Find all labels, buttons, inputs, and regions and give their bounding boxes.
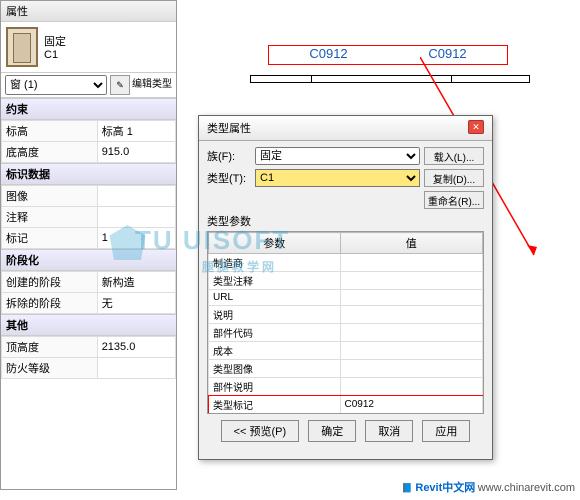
param-row[interactable]: 类型标记C0912 (209, 396, 483, 414)
wall-element[interactable] (250, 75, 530, 83)
table-other: 顶高度2135.0防火等级 (1, 336, 176, 379)
table-row[interactable]: 图像 (2, 186, 176, 207)
preview-button[interactable]: << 预览(P) (221, 420, 300, 442)
param-row[interactable]: 成本 (209, 342, 483, 360)
instance-picker[interactable]: 窗 (1) (5, 75, 107, 95)
group-phase[interactable]: 阶段化 (1, 249, 176, 271)
table-row[interactable]: 注释 (2, 207, 176, 228)
rename-button[interactable]: 重命名(R)... (424, 191, 484, 209)
ok-button[interactable]: 确定 (308, 420, 356, 442)
duplicate-button[interactable]: 复制(D)... (424, 169, 484, 187)
tag-right: C0912 (388, 46, 507, 64)
family-select[interactable]: 固定 (255, 147, 420, 165)
table-row[interactable]: 防火等级 (2, 358, 176, 379)
credit: 📘 Revit中文网 www.chinarevit.com (402, 479, 575, 495)
cancel-button[interactable]: 取消 (365, 420, 413, 442)
type-label: 类型(T): (207, 170, 255, 186)
family-label: 族(F): (207, 148, 255, 164)
panel-title: 属性 (1, 1, 176, 22)
family-name: 固定 (44, 33, 66, 49)
edit-type-label: 编辑类型 (132, 75, 172, 95)
group-other[interactable]: 其他 (1, 314, 176, 336)
apply-button[interactable]: 应用 (422, 420, 470, 442)
tag-annotation: C0912 C0912 (268, 45, 508, 65)
table-row[interactable]: 顶高度2135.0 (2, 337, 176, 358)
type-select[interactable]: C1 (255, 169, 420, 187)
watermark-sub: 腿腿教学网 (202, 258, 277, 275)
properties-panel: 属性 固定 C1 窗 (1) ✎ 编辑类型 约束标高标高 1底高度915.0标识… (0, 0, 177, 490)
close-icon[interactable]: ✕ (468, 120, 484, 134)
table-constraints: 标高标高 1底高度915.0 (1, 120, 176, 163)
window-icon (6, 27, 38, 67)
type-name: C1 (44, 49, 66, 61)
type-header[interactable]: 固定 C1 (1, 22, 176, 72)
group-identity[interactable]: 标识数据 (1, 163, 176, 185)
table-row[interactable]: 标记1 (2, 228, 176, 249)
edit-type-button[interactable]: ✎ (110, 75, 130, 95)
table-row[interactable]: 创建的阶段新构造 (2, 272, 176, 293)
param-row[interactable]: 部件说明 (209, 378, 483, 396)
col-value: 值 (340, 233, 482, 254)
table-row[interactable]: 标高标高 1 (2, 121, 176, 142)
tag-left: C0912 (269, 46, 388, 64)
col-param: 参数 (209, 233, 341, 254)
param-row[interactable]: URL (209, 290, 483, 306)
group-constraints[interactable]: 约束 (1, 98, 176, 120)
table-identity: 图像注释标记1 (1, 185, 176, 249)
dialog-title: 类型属性 (207, 120, 251, 136)
param-row[interactable]: 部件代码 (209, 324, 483, 342)
table-row[interactable]: 拆除的阶段无 (2, 293, 176, 314)
table-row[interactable]: 底高度915.0 (2, 142, 176, 163)
param-row[interactable]: 说明 (209, 306, 483, 324)
load-button[interactable]: 载入(L)... (424, 147, 484, 165)
type-properties-dialog: 类型属性 ✕ 族(F): 固定 载入(L)... 类型(T): C1 复制(D)… (198, 115, 493, 460)
param-row[interactable]: 类型图像 (209, 360, 483, 378)
type-params-label: 类型参数 (207, 213, 484, 229)
table-phase: 创建的阶段新构造拆除的阶段无 (1, 271, 176, 314)
